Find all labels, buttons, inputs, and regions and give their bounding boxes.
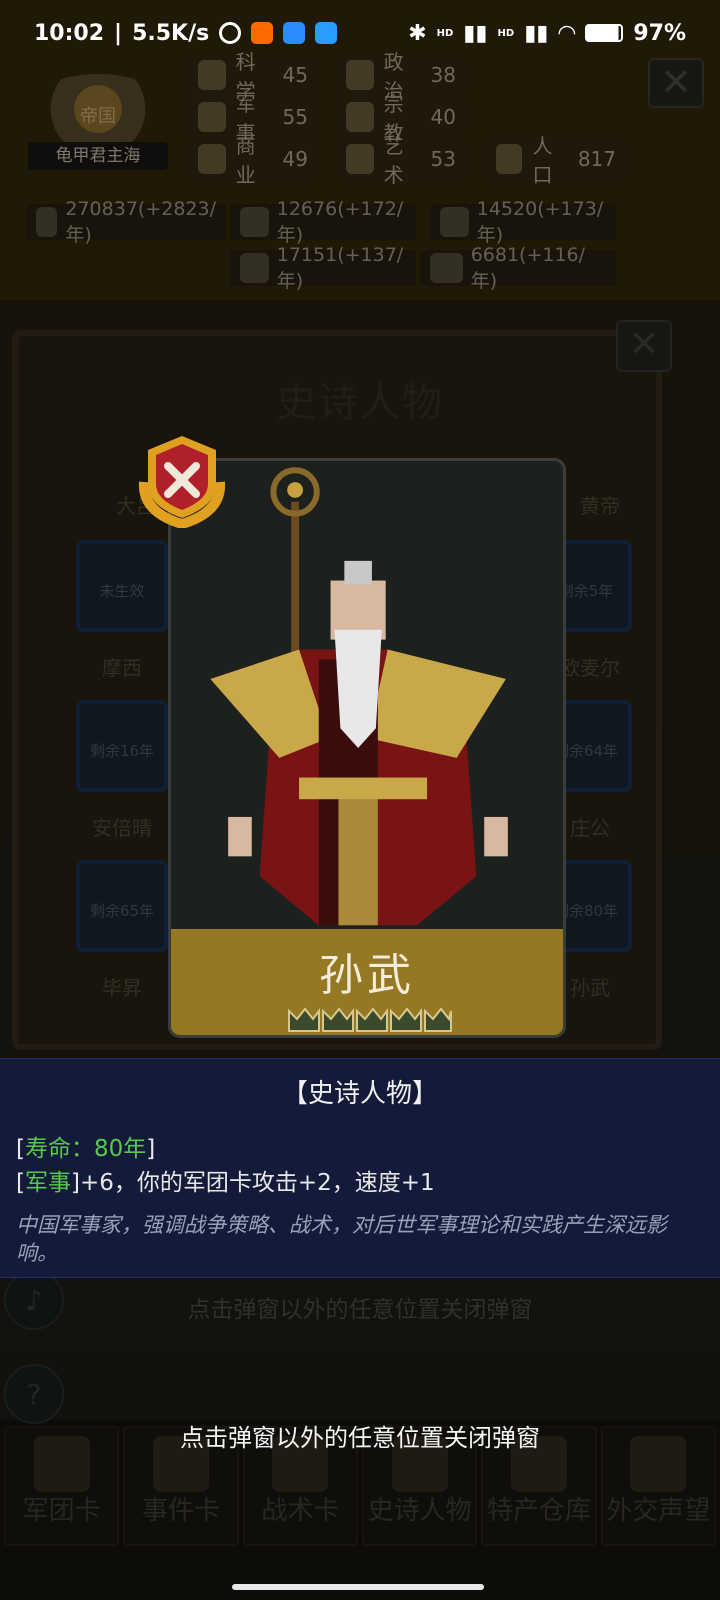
crown-icon: [356, 1007, 388, 1032]
signal-label: HD: [436, 27, 454, 39]
crown-icon: [322, 1007, 354, 1032]
hero-info-panel: 【史诗人物】 [寿命：80年] [军事]+6，你的军团卡攻击+2，速度+1 中国…: [0, 1058, 720, 1278]
category-title: 【史诗人物】: [281, 1079, 438, 1109]
clock-time: 10:02: [34, 20, 105, 46]
alarm-icon: [219, 22, 242, 44]
upload-icon: [315, 22, 338, 44]
crown-icon: [390, 1007, 422, 1032]
wifi-icon: ◠: [558, 20, 576, 46]
effect-line: [军事]+6，你的军团卡攻击+2，速度+1: [16, 1170, 435, 1196]
message-icon: [283, 22, 306, 44]
bluetooth-icon: ✱: [408, 20, 427, 46]
battery-level: 97%: [633, 20, 686, 46]
crown-rating: [288, 1007, 452, 1032]
close-hint: 点击弹窗以外的任意位置关闭弹窗: [180, 1424, 540, 1452]
hero-description: 中国军事家，强调战争策略、战术，对后世军事理论和实践产生深远影响。: [16, 1213, 667, 1265]
signal-icon: ▮▮: [463, 20, 488, 46]
crown-icon: [288, 1007, 320, 1032]
signal-icon: ▮▮: [524, 20, 549, 46]
network-speed: 5.5K/s: [132, 20, 210, 46]
lifespan-text: 寿命：80年: [24, 1136, 147, 1162]
mi-icon: [251, 22, 274, 44]
military-medal-icon: [138, 436, 226, 528]
hero-name: 孙武: [319, 950, 415, 1001]
battery-icon: [585, 24, 624, 42]
signal-label: HD: [497, 27, 515, 39]
status-bar: 10:02 | 5.5K/s ✱ HD ▮▮ HD ▮▮ ◠ 97%: [34, 20, 686, 46]
crown-icon: [424, 1007, 452, 1032]
lifespan-line: [寿命：80年]: [16, 1136, 156, 1162]
effect-text: +6，你的军团卡攻击+2，速度+1: [79, 1170, 435, 1196]
effect-tag: 军事: [24, 1170, 71, 1196]
home-indicator[interactable]: [232, 1584, 484, 1590]
hero-card[interactable]: 孙武: [168, 458, 566, 1038]
